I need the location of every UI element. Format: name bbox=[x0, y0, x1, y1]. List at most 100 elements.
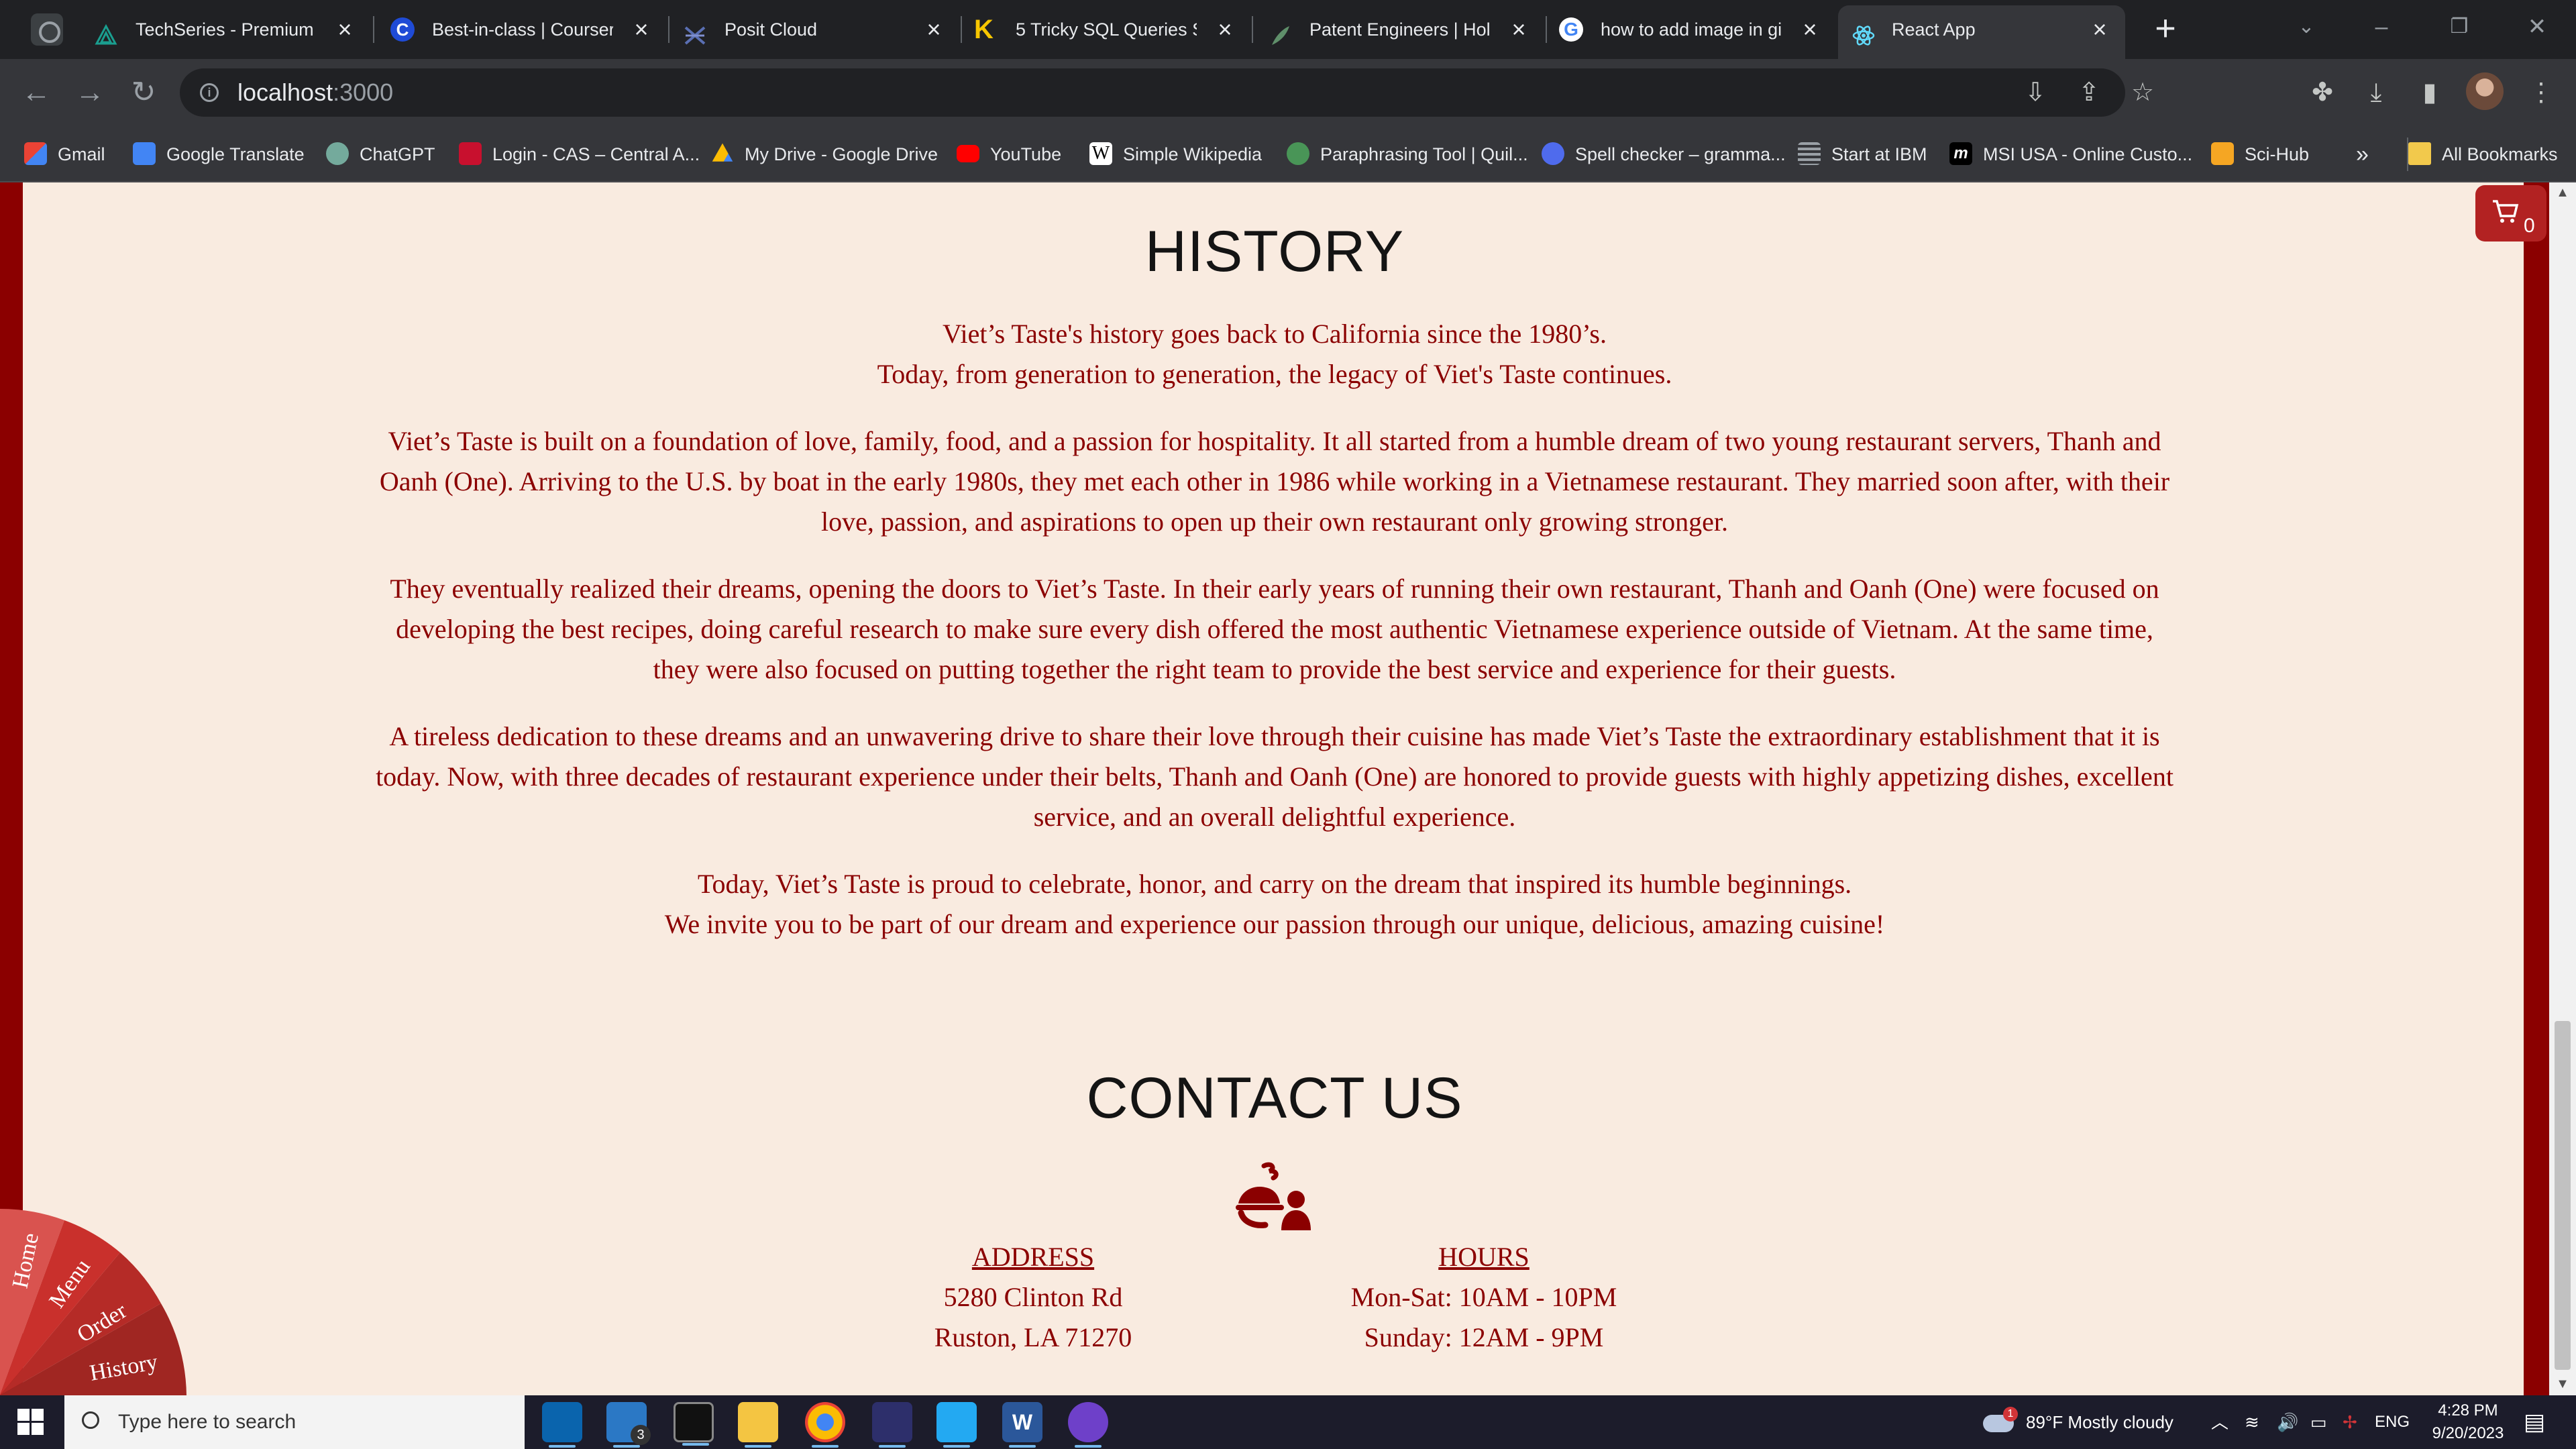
posit-icon bbox=[683, 17, 707, 45]
bookmark-msi[interactable]: m MSI USA - Online Custo... bbox=[1949, 126, 2192, 182]
taskbar-search-box[interactable]: Type here to search bbox=[64, 1395, 525, 1449]
new-tab-button[interactable]: + bbox=[2147, 9, 2184, 47]
network-icon[interactable]: ≋ bbox=[2245, 1395, 2259, 1449]
close-icon[interactable]: × bbox=[629, 5, 653, 54]
file-explorer-icon[interactable] bbox=[738, 1402, 778, 1448]
address-bar[interactable]: i localhost:3000 ⇩ ⇪ ☆ bbox=[180, 68, 2154, 117]
tab-search-icon[interactable] bbox=[31, 13, 63, 46]
tab-github-image[interactable]: G how to add image in gith × bbox=[1559, 5, 1822, 54]
close-icon[interactable]: × bbox=[1213, 5, 1237, 54]
history-closing-line-1: Today, Viet’s Taste is proud to celebrat… bbox=[697, 869, 1852, 899]
weather-widget[interactable]: 1 89°F Mostly cloudy bbox=[1983, 1395, 2174, 1449]
reload-icon[interactable]: ↻ bbox=[123, 72, 164, 113]
bookmark-label: My Drive - Google Drive bbox=[745, 144, 938, 164]
drive-icon bbox=[712, 143, 733, 162]
more-menu-icon[interactable]: ⋮ bbox=[2522, 74, 2560, 111]
kaggle-k-icon: K bbox=[974, 15, 994, 44]
history-closing-line-2: We invite you to be part of our dream an… bbox=[664, 909, 1885, 939]
python-idle-icon[interactable] bbox=[872, 1402, 912, 1448]
bookmark-label: Paraphrasing Tool | Quil... bbox=[1320, 144, 1528, 164]
tab-search-chevron-icon[interactable]: ⌄ bbox=[2286, 7, 2326, 47]
close-icon[interactable]: × bbox=[333, 5, 357, 54]
browser-tab-strip: TechSeries - Premium On × C Best-in-clas… bbox=[0, 0, 2576, 59]
close-icon[interactable]: × bbox=[2088, 5, 2112, 54]
clock[interactable]: 4:28 PM 9/20/2023 bbox=[2424, 1395, 2512, 1449]
right-border bbox=[2524, 182, 2549, 1395]
bookmark-quillbot[interactable]: Paraphrasing Tool | Quil... bbox=[1287, 126, 1528, 182]
tab-react-app[interactable]: React App × bbox=[1838, 5, 2125, 59]
bookmark-google-drive[interactable]: My Drive - Google Drive bbox=[711, 126, 938, 182]
minimize-icon[interactable]: – bbox=[2361, 7, 2402, 47]
bookmark-cas-login[interactable]: Login - CAS – Central A... bbox=[459, 126, 700, 182]
bookmark-label: MSI USA - Online Custo... bbox=[1983, 144, 2193, 164]
bookmark-sci-hub[interactable]: Sci-Hub bbox=[2211, 126, 2309, 182]
profile-avatar[interactable] bbox=[2466, 72, 2504, 110]
tab-coursera[interactable]: C Best-in-class | Coursera × bbox=[390, 5, 653, 54]
close-icon[interactable]: × bbox=[922, 5, 946, 54]
scroll-down-arrow-icon[interactable]: ▼ bbox=[2549, 1377, 2576, 1392]
vscode-icon[interactable] bbox=[936, 1402, 977, 1448]
mail-icon[interactable]: 3 bbox=[606, 1402, 651, 1448]
windows-start-icon[interactable] bbox=[17, 1409, 44, 1436]
bookmark-star-icon[interactable]: ☆ bbox=[2124, 74, 2161, 111]
volume-icon[interactable]: 🔊 bbox=[2277, 1395, 2298, 1449]
search-icon bbox=[82, 1411, 99, 1429]
close-icon[interactable]: × bbox=[1798, 5, 1822, 54]
site-info-icon[interactable]: i bbox=[200, 83, 219, 102]
page-scrollbar[interactable]: ▲ ▼ bbox=[2549, 182, 2576, 1395]
notifications-icon[interactable]: ▤ bbox=[2524, 1395, 2545, 1449]
extensions-icon[interactable]: ✤ bbox=[2304, 74, 2341, 111]
hours-heading: HOURS bbox=[1438, 1242, 1529, 1272]
security-shield-icon[interactable]: ✢ bbox=[2343, 1395, 2357, 1449]
all-bookmarks-folder[interactable]: All Bookmarks bbox=[2408, 126, 2558, 182]
bookmark-gmail[interactable]: Gmail bbox=[24, 126, 105, 182]
downloads-icon[interactable]: ⤓ bbox=[2357, 74, 2395, 111]
tab-divider bbox=[1252, 16, 1253, 43]
tab-posit-cloud[interactable]: Posit Cloud × bbox=[683, 5, 946, 54]
bookmark-google-translate[interactable]: Google Translate bbox=[133, 126, 305, 182]
tab-patent-engineers[interactable]: Patent Engineers | Hollan × bbox=[1268, 5, 1531, 54]
tab-sql-queries[interactable]: K 5 Tricky SQL Queries Solv × bbox=[974, 5, 1237, 54]
bookmark-label: YouTube bbox=[990, 144, 1062, 164]
terminal-icon[interactable] bbox=[674, 1402, 714, 1446]
page-viewport: 0 HISTORY Viet’s Taste's history goes ba… bbox=[0, 182, 2549, 1395]
tab-techseries[interactable]: TechSeries - Premium On × bbox=[94, 5, 357, 54]
bookmark-ibm[interactable]: Start at IBM bbox=[1798, 126, 1927, 182]
history-title: HISTORY bbox=[1144, 219, 1405, 284]
url-port: :3000 bbox=[333, 78, 394, 106]
bookmark-grammar-checker[interactable]: Spell checker – gramma... bbox=[1542, 126, 1786, 182]
tab-title: Patent Engineers | Hollan bbox=[1309, 19, 1491, 40]
address-block: ADDRESS 5280 Clinton Rd Ruston, LA 71270 bbox=[832, 1237, 1234, 1358]
word-icon[interactable]: W bbox=[1002, 1402, 1042, 1448]
bookmark-simple-wikipedia[interactable]: W Simple Wikipedia bbox=[1089, 126, 1262, 182]
close-window-icon[interactable]: ✕ bbox=[2517, 7, 2557, 47]
windows-taskbar: Type here to search 3 W 1 89°F Mostly cl… bbox=[0, 1395, 2576, 1449]
tab-title: Best-in-class | Coursera bbox=[432, 19, 613, 40]
show-hidden-icons-icon[interactable]: ︿ bbox=[2211, 1395, 2229, 1449]
github-desktop-icon[interactable] bbox=[1068, 1402, 1108, 1448]
quillbot-icon bbox=[1287, 142, 1309, 165]
forward-icon[interactable]: → bbox=[70, 72, 110, 113]
scroll-up-arrow-icon[interactable]: ▲ bbox=[2549, 185, 2576, 201]
bookmark-label: Simple Wikipedia bbox=[1123, 144, 1263, 164]
back-icon[interactable]: ← bbox=[16, 72, 56, 113]
bookmark-chatgpt[interactable]: ChatGPT bbox=[326, 126, 435, 182]
install-app-icon[interactable]: ⇩ bbox=[2017, 74, 2054, 111]
side-panel-icon[interactable]: ▮ bbox=[2411, 74, 2449, 111]
share-icon[interactable]: ⇪ bbox=[2070, 74, 2108, 111]
battery-icon[interactable]: ▭ bbox=[2310, 1395, 2327, 1449]
restore-icon[interactable]: ❐ bbox=[2439, 7, 2479, 47]
hours-sunday: Sunday: 12AM - 9PM bbox=[1364, 1322, 1604, 1352]
outlook-icon[interactable] bbox=[542, 1402, 582, 1448]
bookmark-label: Login - CAS – Central A... bbox=[492, 144, 700, 164]
techseries-icon bbox=[94, 17, 118, 45]
language-indicator[interactable]: ENG bbox=[2375, 1395, 2410, 1449]
more-bookmarks-chevron-icon[interactable]: » bbox=[2356, 126, 2369, 182]
history-paragraph: Viet’s Taste is built on a foundation of… bbox=[379, 426, 2170, 537]
bookmark-youtube[interactable]: YouTube bbox=[957, 126, 1061, 182]
close-icon[interactable]: × bbox=[1507, 5, 1531, 54]
chrome-icon[interactable] bbox=[805, 1402, 845, 1448]
cloud-icon: 1 bbox=[1983, 1407, 2018, 1433]
scrollbar-thumb[interactable] bbox=[2555, 1021, 2571, 1370]
bookmarks-bar: Gmail Google Translate ChatGPT Login - C… bbox=[0, 126, 2576, 182]
